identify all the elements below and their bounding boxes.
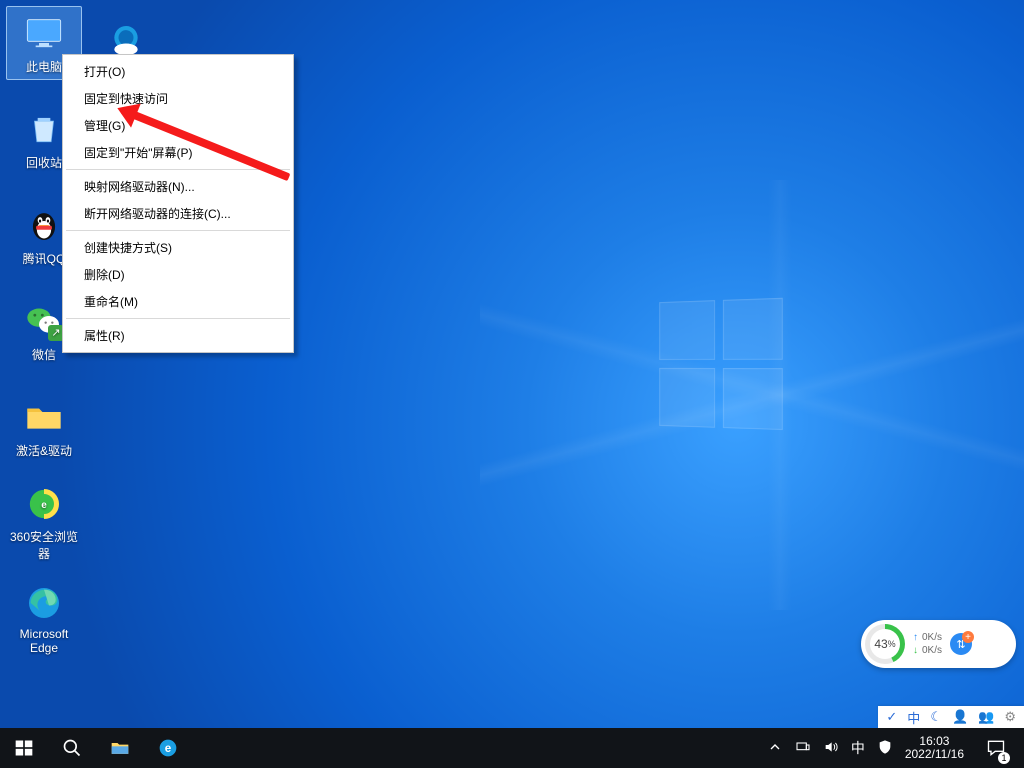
tray2-ime[interactable]: 中: [907, 708, 920, 727]
memory-percent: 43: [874, 637, 887, 651]
speed-widget[interactable]: 43% ↑ 0K/s ↓ 0K/s ⇅: [861, 620, 1016, 668]
edge-legacy-icon: e: [158, 738, 178, 758]
clock-date: 2022/11/16: [905, 748, 964, 761]
monitor-icon: [23, 12, 65, 54]
volume-icon[interactable]: [823, 739, 839, 758]
ctx-map-drive[interactable]: 映射网络驱动器(N)...: [66, 173, 290, 200]
action-center-button[interactable]: 1: [976, 728, 1016, 768]
arrow-up-icon: ↑: [913, 632, 918, 643]
ctx-delete[interactable]: 删除(D): [66, 261, 290, 288]
desktop-icon-edge[interactable]: Microsoft Edge: [6, 582, 82, 656]
tray2-user-icon[interactable]: 👤: [952, 709, 968, 725]
secondary-tray: ✓ 中 ☾ 👤 👥 ⚙: [878, 706, 1024, 728]
tray2-gear-icon[interactable]: ⚙: [1004, 709, 1016, 725]
tray-overflow-icon[interactable]: [767, 739, 783, 758]
icon-label: 腾讯QQ: [23, 250, 66, 267]
ctx-separator: [66, 230, 290, 231]
qq-penguin-icon: [23, 204, 65, 246]
system-tray: 中 16:03 2022/11/16 1: [759, 728, 1024, 768]
icon-label: 360安全浏览器: [7, 528, 81, 562]
taskbar-left: e: [0, 728, 192, 768]
ctx-rename[interactable]: 重命名(M): [66, 288, 290, 315]
ctx-pin-quick[interactable]: 固定到快速访问: [66, 85, 290, 112]
360-browser-icon: e: [23, 484, 65, 524]
file-explorer-icon: [110, 738, 130, 758]
folder-icon: [23, 396, 65, 438]
icon-label: Microsoft Edge: [7, 627, 81, 655]
wechat-icon: ↗: [23, 300, 65, 342]
ime-indicator[interactable]: 中: [851, 738, 865, 758]
icon-label: 此电脑: [26, 58, 62, 75]
notification-count: 1: [998, 752, 1010, 764]
icon-label: 激活&驱动: [16, 442, 72, 459]
search-button[interactable]: [48, 728, 96, 768]
arrow-down-icon: ↓: [913, 645, 918, 656]
edge-icon: [23, 583, 65, 623]
recycle-bin-icon: [23, 108, 65, 150]
search-icon: [62, 738, 82, 758]
svg-text:e: e: [165, 742, 172, 755]
tray2-check-icon[interactable]: ✓: [886, 709, 897, 725]
tray2-moon-icon[interactable]: ☾: [930, 709, 942, 725]
tray2-users-icon[interactable]: 👥: [978, 709, 994, 725]
explorer-button[interactable]: [96, 728, 144, 768]
ctx-properties[interactable]: 属性(R): [66, 322, 290, 349]
ctx-separator: [66, 169, 290, 170]
edge-legacy-button[interactable]: e: [144, 728, 192, 768]
net-down: 0K/s: [922, 645, 942, 656]
windows-start-icon: [14, 738, 34, 758]
net-up: 0K/s: [922, 632, 942, 643]
speed-bubble-icon[interactable]: ⇅: [950, 633, 972, 655]
memory-percent-suffix: %: [888, 639, 896, 649]
desktop-icon-360browser[interactable]: e 360安全浏览器: [6, 486, 82, 560]
ctx-open[interactable]: 打开(O): [66, 58, 290, 85]
icon-label: 回收站: [26, 154, 62, 171]
ctx-disconnect[interactable]: 断开网络驱动器的连接(C)...: [66, 200, 290, 227]
network-icon[interactable]: [795, 739, 811, 758]
svg-text:e: e: [41, 500, 47, 511]
net-speed: ↑ 0K/s ↓ 0K/s: [913, 632, 942, 656]
desktop-icon-activate[interactable]: 激活&驱动: [6, 390, 82, 464]
taskbar-clock[interactable]: 16:03 2022/11/16: [905, 735, 964, 761]
security-shield-icon[interactable]: [877, 739, 893, 758]
taskbar: e 中 16:03 2022/11/16 1: [0, 728, 1024, 768]
start-button[interactable]: [0, 728, 48, 768]
ctx-separator: [66, 318, 290, 319]
windows-logo: [659, 298, 785, 433]
context-menu-this-pc: 打开(O) 固定到快速访问 管理(G) 固定到"开始"屏幕(P) 映射网络驱动器…: [62, 54, 294, 353]
ctx-shortcut[interactable]: 创建快捷方式(S): [66, 234, 290, 261]
memory-ring-icon: 43%: [865, 624, 905, 664]
desktop[interactable]: 此电脑 回收站 腾讯QQ ↗ 微信 激活&驱动: [0, 0, 1024, 768]
icon-label: 微信: [32, 346, 56, 363]
